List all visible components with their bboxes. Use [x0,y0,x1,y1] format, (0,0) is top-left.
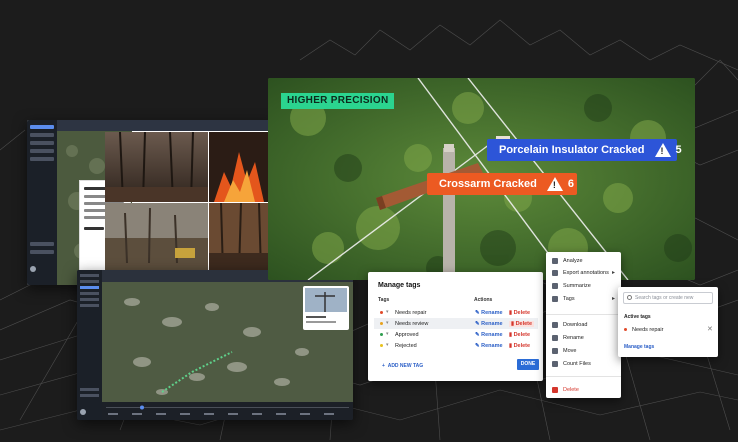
delete-button[interactable]: ▮ Delete [509,332,530,338]
menu-divider [546,376,621,377]
count-icon [552,361,558,367]
menu-item-summarize[interactable]: Summarize [546,280,621,292]
close-icon[interactable]: ✕ [707,325,713,333]
menu-item-rename[interactable]: Rename [546,332,621,344]
rename-button[interactable]: ✎ Rename [475,332,503,338]
tag-color-dot [624,328,627,331]
image-tile[interactable] [209,132,270,202]
sidebar-item[interactable] [30,141,54,145]
download-icon [552,322,558,328]
chevron-right-icon: ▸ [611,270,615,276]
image-tile[interactable] [209,203,270,272]
export-icon [552,270,558,276]
sidebar-item[interactable] [30,242,54,246]
pencil-icon [552,335,558,341]
chevron-down-icon[interactable]: ▾ [386,320,389,326]
sidebar-item[interactable] [30,125,54,129]
chevron-down-icon[interactable]: ▾ [386,342,389,348]
detection-count: 6 [567,178,574,190]
avatar[interactable] [30,266,36,272]
manage-tags-dialog: Manage tags Tags Actions ▾ Needs repair … [368,272,543,381]
file-context-menu: Analyze Export annotations ▸ Summarize T… [546,252,621,398]
sidebar-item[interactable] [30,157,54,161]
wildfire-image-grid [105,132,270,272]
tag-name[interactable]: Approved [395,332,419,338]
tags-submenu-flyout: Active tags Needs repair ✕ Manage tags [618,287,718,357]
image-tile[interactable] [105,203,208,272]
window-header [57,120,272,131]
chevron-down-icon[interactable]: ▾ [386,331,389,337]
tag-icon [552,296,558,302]
tag-row: ▾ Needs review ✎ Rename ▮ Delete [374,318,538,329]
delete-button[interactable]: ▮ Delete [509,343,530,349]
tag-row: ▾ Approved ✎ Rename ▮ Delete [374,329,538,340]
map-view-window [77,270,353,420]
tag-color-dot[interactable] [380,333,383,336]
image-tile[interactable] [105,132,208,202]
menu-item-move[interactable]: Move [546,345,621,357]
warning-icon [654,143,671,157]
warning-icon [546,177,563,191]
detection-text: Porcelain Insulator Cracked [499,144,645,156]
rename-button[interactable]: ✎ Rename [475,310,503,316]
tag-color-dot[interactable] [380,344,383,347]
tags-column-header: Tags [378,297,390,303]
menu-item-tags[interactable]: Tags ▸ [546,293,621,305]
menu-item-export-annotations[interactable]: Export annotations ▸ [546,267,621,279]
menu-item-delete[interactable]: Delete [546,384,621,396]
tag-name[interactable]: Rejected [395,343,417,349]
app-sidebar [77,270,102,420]
actions-column-header: Actions [474,297,493,303]
higher-precision-badge: HIGHER PRECISION [281,93,395,109]
summarize-icon [552,283,558,289]
detection-text: Crossarm Cracked [439,178,537,190]
tag-row: ▾ Needs repair ✎ Rename ▮ Delete [374,307,538,318]
sidebar-item[interactable] [30,133,54,137]
chevron-down-icon[interactable]: ▾ [386,309,389,315]
detection-label-insulator[interactable]: Porcelain Insulator Cracked 5 [487,139,682,161]
rename-button[interactable]: ✎ Rename [475,321,503,327]
sidebar-item[interactable] [30,149,54,153]
tag-color-dot[interactable] [380,322,383,325]
detection-count: 5 [675,144,682,156]
menu-item-download[interactable]: Download [546,319,621,331]
menu-item-analyze[interactable]: Analyze [546,255,621,267]
add-new-tag-button[interactable]: + ADD NEW TAG [382,363,423,369]
menu-divider [546,314,621,315]
chevron-right-icon: ▸ [611,296,615,302]
analyze-icon [552,258,558,264]
menu-item-count-files[interactable]: Count Files [546,358,621,370]
active-tag-name: Needs repair [632,327,664,333]
move-icon [552,348,558,354]
timeline-bar[interactable] [102,402,353,420]
done-button[interactable]: DONE [517,359,539,370]
manage-tags-link[interactable]: Manage tags [624,344,654,350]
detection-label-crossarm[interactable]: Crossarm Cracked 6 [427,173,577,195]
tag-row: ▾ Rejected ✎ Rename ▮ Delete [374,340,538,351]
delete-button[interactable]: ▮ Delete [509,321,535,327]
dialog-title: Manage tags [378,282,421,289]
rename-button[interactable]: ✎ Rename [475,343,503,349]
tag-name[interactable]: Needs repair [395,310,427,316]
active-tags-heading: Active tags [624,314,651,320]
tag-search-box [623,292,713,304]
sidebar-item[interactable] [30,250,54,254]
tag-name[interactable]: Needs review [395,321,428,327]
search-icon [627,295,632,300]
delete-button[interactable]: ▮ Delete [509,310,530,316]
app-sidebar [27,120,57,285]
map-image-popup[interactable] [303,286,349,330]
trash-icon [552,387,558,393]
tag-search-input[interactable] [635,294,711,302]
tag-color-dot[interactable] [380,311,383,314]
